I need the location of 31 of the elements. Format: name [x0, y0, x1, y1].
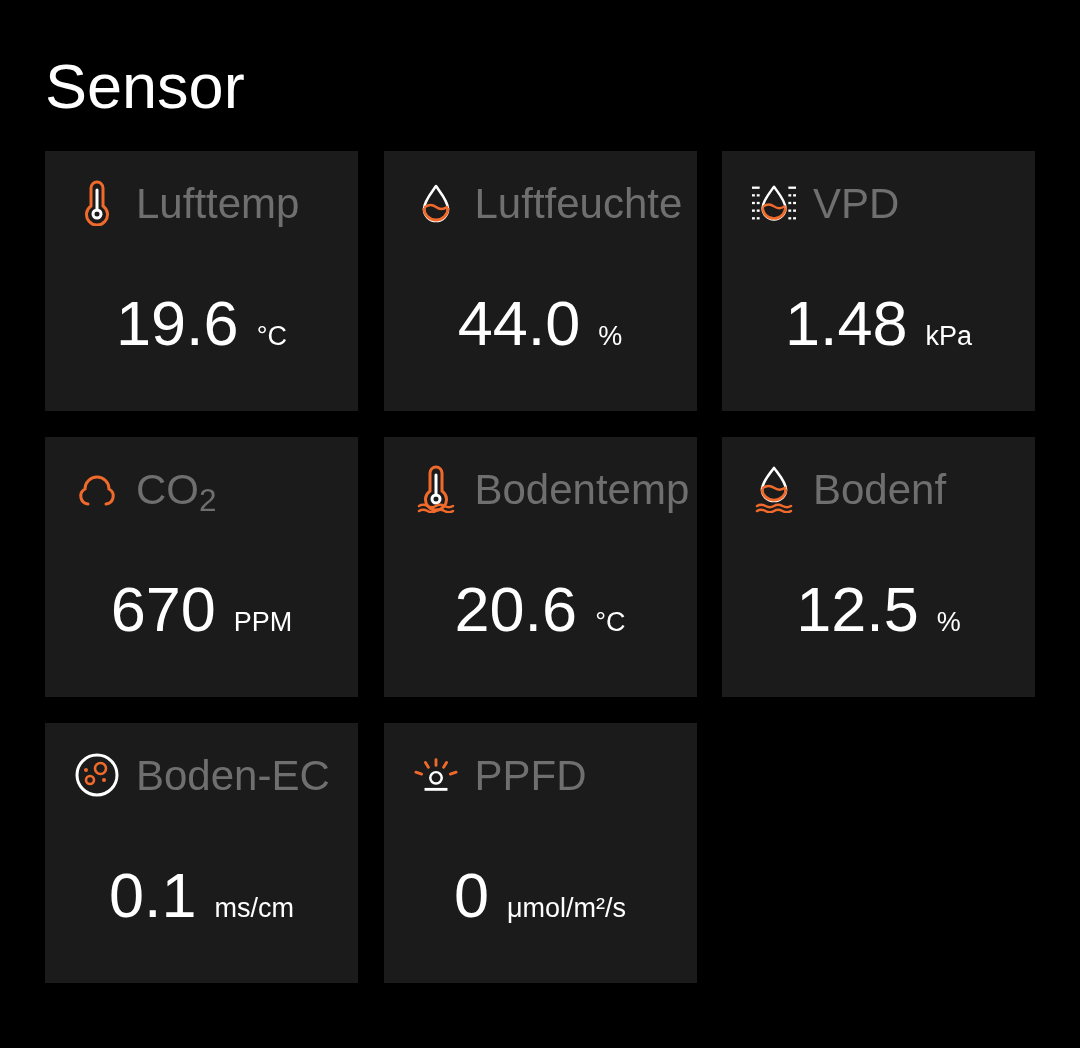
- thermometer-waves-icon: [415, 465, 456, 513]
- reading-value: 44.0: [457, 292, 581, 355]
- droplet-waves-icon: [755, 465, 793, 513]
- unit-text: ms/cm: [214, 895, 295, 922]
- sunrise-icon: [413, 757, 458, 793]
- thermometer-icon: [82, 180, 112, 226]
- unit-text: %: [936, 609, 961, 636]
- sensor-label: CO$_{2}$: [136, 464, 217, 521]
- droplet-dashes-icon: [752, 184, 796, 222]
- unit-text: μmol/m²/s: [507, 895, 627, 922]
- reading-value: 670: [110, 578, 216, 641]
- unit-text: °C: [595, 609, 626, 636]
- sensor-label: PPFD: [474, 750, 587, 801]
- sensor-label: Bodentemp: [474, 464, 690, 515]
- reading-value: 0: [453, 864, 489, 927]
- reading-value: 20.6: [454, 578, 578, 641]
- sensor-label: Lufttemp: [136, 178, 300, 229]
- unit-text: %: [598, 323, 623, 350]
- sensor-label: Bodenf: [813, 464, 947, 515]
- circle-dots-icon: [75, 753, 119, 797]
- sensor-label: Boden-EC: [136, 750, 330, 801]
- unit-text: kPa: [925, 323, 973, 350]
- reading-value: 12.5: [796, 578, 919, 641]
- unit-text: PPM: [233, 609, 293, 636]
- unit-text: °C: [256, 323, 287, 350]
- reading-value: 1.48: [784, 292, 908, 355]
- reading-value: 19.6: [116, 292, 239, 355]
- sensor-label: Luftfeuchte: [474, 178, 683, 229]
- sensor-label: VPD: [813, 178, 900, 229]
- page-title: Sensor: [45, 55, 245, 118]
- reading-value: 0.1: [108, 864, 197, 927]
